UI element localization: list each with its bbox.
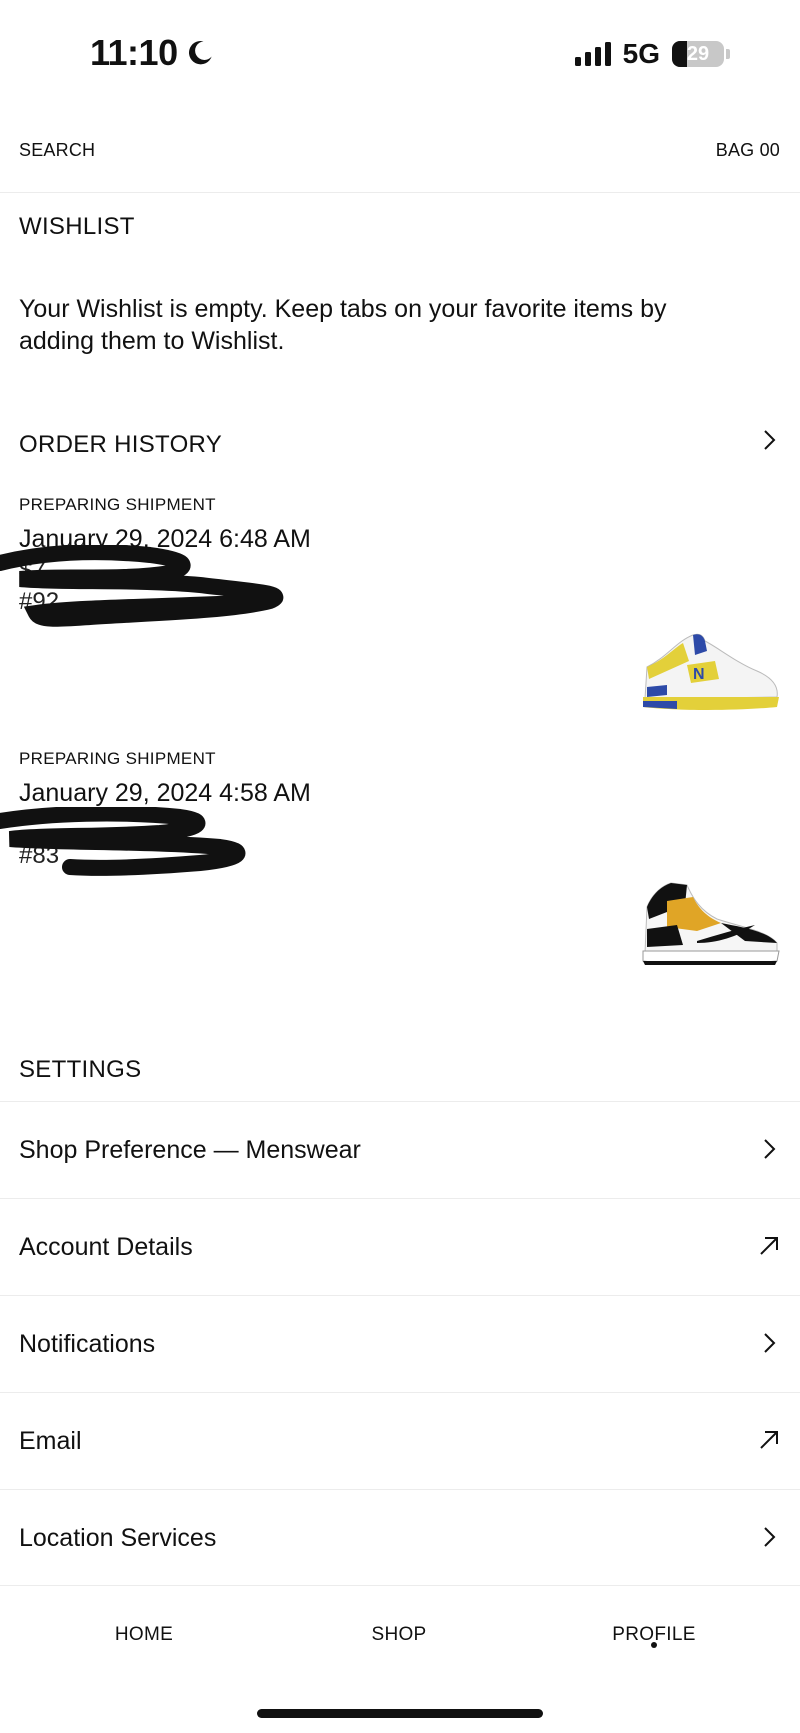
divider: [0, 192, 800, 193]
settings-item-notifications[interactable]: Notifications: [0, 1295, 800, 1392]
battery-cap: [726, 49, 730, 59]
wishlist-title: WISHLIST: [19, 213, 135, 240]
home-indicator[interactable]: [257, 1709, 543, 1718]
tab-shop[interactable]: SHOP: [299, 1624, 499, 1646]
order-status: PREPARING SHIPMENT: [19, 495, 216, 514]
battery-icon: 29: [672, 41, 724, 67]
order-item[interactable]: PREPARING SHIPMENT January 29, 2024 6:48…: [0, 495, 800, 715]
external-arrow-icon: [760, 1431, 778, 1449]
bag-link[interactable]: BAG 00: [716, 140, 780, 161]
redaction-scribble: [0, 807, 246, 876]
order-item[interactable]: PREPARING SHIPMENT January 29, 2024 4:58…: [0, 749, 800, 969]
wishlist-empty-message: Your Wishlist is empty. Keep tabs on you…: [19, 293, 739, 357]
settings-item-label: Location Services: [19, 1524, 217, 1552]
status-indicators: 5G 29: [574, 38, 730, 70]
status-time: 11:10: [90, 32, 214, 74]
settings-title: SETTINGS: [19, 1056, 142, 1083]
signal-icon: [574, 42, 611, 66]
external-arrow-icon: [760, 1237, 778, 1255]
top-nav: SEARCH BAG 00: [0, 128, 800, 168]
chevron-right-icon: [764, 1333, 776, 1353]
redaction-scribble: [0, 545, 284, 627]
order-status: PREPARING SHIPMENT: [19, 749, 216, 768]
chevron-right-icon: [764, 1527, 776, 1547]
settings-item-shop-preference[interactable]: Shop Preference — Menswear: [0, 1101, 800, 1198]
battery-percent: 29: [686, 43, 710, 65]
status-bar: 11:10 5G 29: [0, 0, 800, 100]
order-history-title[interactable]: ORDER HISTORY: [19, 431, 222, 459]
sneaker-black-yellow-icon: [642, 882, 780, 965]
network-type: 5G: [622, 38, 660, 69]
chevron-right-icon[interactable]: [760, 428, 778, 452]
settings-item-label: Account Details: [19, 1233, 193, 1261]
svg-text:N: N: [693, 666, 705, 683]
sneaker-white-yellow-blue-icon: N: [643, 633, 779, 710]
settings-item-account-details[interactable]: Account Details: [0, 1198, 800, 1295]
order-date: January 29, 2024 4:58 AM: [19, 779, 311, 807]
moon-icon: [188, 40, 212, 65]
settings-item-label: Email: [19, 1427, 82, 1455]
search-link[interactable]: SEARCH: [19, 140, 95, 161]
settings-item-email[interactable]: Email: [0, 1392, 800, 1489]
wishlist-empty-line-2: adding them to Wishlist.: [19, 327, 285, 355]
clock-text: 11:10: [90, 32, 178, 73]
settings-item-location-services[interactable]: Location Services: [0, 1489, 800, 1586]
tab-home[interactable]: HOME: [44, 1624, 244, 1646]
active-tab-indicator: [651, 1642, 657, 1648]
settings-item-label: Shop Preference — Menswear: [19, 1136, 361, 1164]
chevron-right-icon: [764, 1139, 776, 1159]
wishlist-empty-line-1: Your Wishlist is empty. Keep tabs on you…: [19, 295, 667, 323]
settings-item-label: Notifications: [19, 1330, 156, 1358]
